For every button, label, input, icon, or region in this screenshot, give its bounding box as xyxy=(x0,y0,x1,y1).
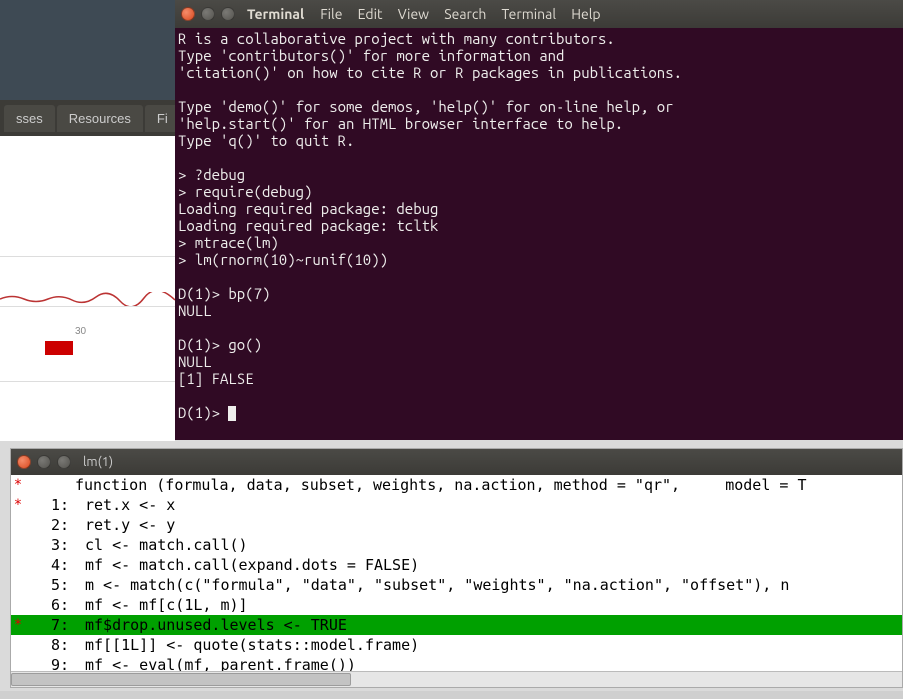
code-line[interactable]: 3:cl <- match.call() xyxy=(11,535,902,555)
code-line[interactable]: 8:mf[[1L]] <- quote(stats::model.frame) xyxy=(11,635,902,655)
minimize-icon[interactable] xyxy=(37,455,51,469)
breakpoint-marker[interactable]: * xyxy=(11,617,25,633)
terminal-title: Terminal xyxy=(247,6,304,22)
menu-file[interactable]: File xyxy=(320,6,342,22)
taskbar xyxy=(0,691,903,699)
line-number: 6: xyxy=(25,596,75,614)
debug-code-body[interactable]: * function (formula, data, subset, weigh… xyxy=(11,475,902,671)
chart-line-icon xyxy=(0,292,175,306)
code-text: m <- match(c("formula", "data", "subset"… xyxy=(75,576,902,594)
breakpoint-marker[interactable]: * xyxy=(11,497,25,513)
bg-tab-processes[interactable]: sses xyxy=(4,105,55,132)
line-number: 5: xyxy=(25,576,75,594)
menu-help[interactable]: Help xyxy=(571,6,600,22)
terminal-titlebar[interactable]: Terminal File Edit View Search Terminal … xyxy=(175,0,903,28)
close-icon[interactable] xyxy=(17,455,31,469)
close-icon[interactable] xyxy=(181,7,195,21)
chart-tick-label: 30 xyxy=(75,326,86,337)
code-text: ret.x <- x xyxy=(75,496,902,514)
code-line[interactable]: 2:ret.y <- y xyxy=(11,515,902,535)
line-number: 4: xyxy=(25,556,75,574)
maximize-icon[interactable] xyxy=(57,455,71,469)
minimize-icon[interactable] xyxy=(201,7,215,21)
line-number: 8: xyxy=(25,636,75,654)
scrollbar-thumb[interactable] xyxy=(11,673,351,686)
code-text: mf <- mf[c(1L, m)] xyxy=(75,596,902,614)
bg-tab-resources[interactable]: Resources xyxy=(57,105,143,132)
line-number: 3: xyxy=(25,536,75,554)
terminal-window: Terminal File Edit View Search Terminal … xyxy=(175,0,903,440)
background-chart: 30 xyxy=(0,136,175,441)
code-line[interactable]: *1:ret.x <- x xyxy=(11,495,902,515)
line-number: 7: xyxy=(25,616,75,634)
code-text: mf[[1L]] <- quote(stats::model.frame) xyxy=(75,636,902,654)
code-text: mf <- match.call(expand.dots = FALSE) xyxy=(75,556,902,574)
terminal-cursor xyxy=(228,406,236,421)
debug-titlebar[interactable]: lm(1) xyxy=(11,449,902,475)
menu-view[interactable]: View xyxy=(398,6,429,22)
code-line[interactable]: *7:mf$drop.unused.levels <- TRUE xyxy=(11,615,902,635)
terminal-output[interactable]: R is a collaborative project with many c… xyxy=(175,28,903,440)
function-signature: * function (formula, data, subset, weigh… xyxy=(11,475,902,495)
line-number: 1: xyxy=(25,496,75,514)
code-text: mf <- eval(mf, parent.frame()) xyxy=(75,656,902,671)
code-line[interactable]: 5:m <- match(c("formula", "data", "subse… xyxy=(11,575,902,595)
terminal-menubar: File Edit View Search Terminal Help xyxy=(320,6,612,22)
code-line[interactable]: 4:mf <- match.call(expand.dots = FALSE) xyxy=(11,555,902,575)
debug-title: lm(1) xyxy=(83,455,113,469)
line-number: 9: xyxy=(25,656,75,671)
debug-window: lm(1) * function (formula, data, subset,… xyxy=(10,448,903,688)
horizontal-scrollbar[interactable] xyxy=(11,671,902,687)
legend-swatch xyxy=(45,341,73,355)
menu-terminal[interactable]: Terminal xyxy=(502,6,557,22)
background-tabbar: sses Resources Fi xyxy=(0,100,175,136)
code-text: mf$drop.unused.levels <- TRUE xyxy=(75,616,902,634)
maximize-icon[interactable] xyxy=(221,7,235,21)
code-text: ret.y <- y xyxy=(75,516,902,534)
code-line[interactable]: 6:mf <- mf[c(1L, m)] xyxy=(11,595,902,615)
code-line[interactable]: 9:mf <- eval(mf, parent.frame()) xyxy=(11,655,902,671)
line-number: 2: xyxy=(25,516,75,534)
menu-search[interactable]: Search xyxy=(444,6,486,22)
menu-edit[interactable]: Edit xyxy=(358,6,383,22)
code-text: cl <- match.call() xyxy=(75,536,902,554)
